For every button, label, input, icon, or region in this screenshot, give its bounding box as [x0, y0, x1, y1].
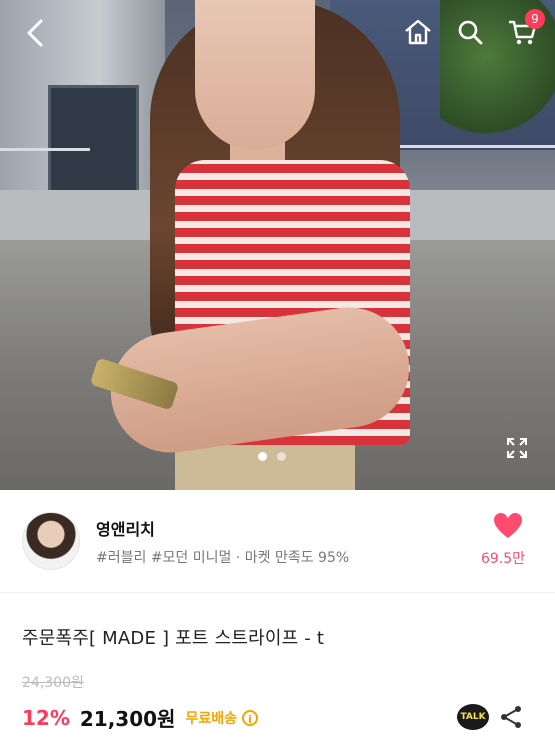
shop-tags: #러블리 #모던 미니멀 · 마켓 만족도 95% — [96, 550, 350, 566]
product-title: 주문폭주[ MADE ] 포트 스트라이프 - t — [22, 628, 325, 649]
gallery-pagination — [258, 452, 286, 461]
model-face — [195, 0, 315, 150]
gallery-dot[interactable] — [277, 452, 286, 461]
discount-rate: 12% — [22, 705, 70, 730]
background-railing-left — [0, 148, 90, 194]
gallery-dot[interactable] — [258, 452, 267, 461]
like-count: 69.5만 — [481, 551, 526, 567]
free-shipping-label: 무료배송 — [185, 710, 237, 727]
original-price: 24,300원 — [22, 675, 84, 691]
product-image[interactable]: 9 — [0, 0, 555, 490]
heart-icon[interactable] — [493, 512, 527, 546]
sale-price: 21,300원 — [79, 707, 176, 731]
home-icon[interactable] — [400, 14, 436, 50]
back-icon[interactable] — [18, 16, 52, 50]
shop-info[interactable]: 영앤리치 #러블리 #모던 미니멀 · 마켓 만족도 95% 69.5만 — [0, 490, 555, 593]
talk-button[interactable]: TALK — [457, 704, 489, 730]
cart-count-badge: 9 — [525, 9, 545, 29]
price-row: 12% 21,300원 무료배송 i — [22, 703, 258, 732]
info-icon[interactable]: i — [241, 709, 258, 726]
shop-name[interactable]: 영앤리치 — [96, 516, 155, 540]
share-icon[interactable] — [498, 704, 524, 730]
shop-avatar[interactable] — [22, 512, 80, 570]
expand-icon[interactable] — [502, 433, 532, 463]
search-icon[interactable] — [452, 14, 488, 50]
